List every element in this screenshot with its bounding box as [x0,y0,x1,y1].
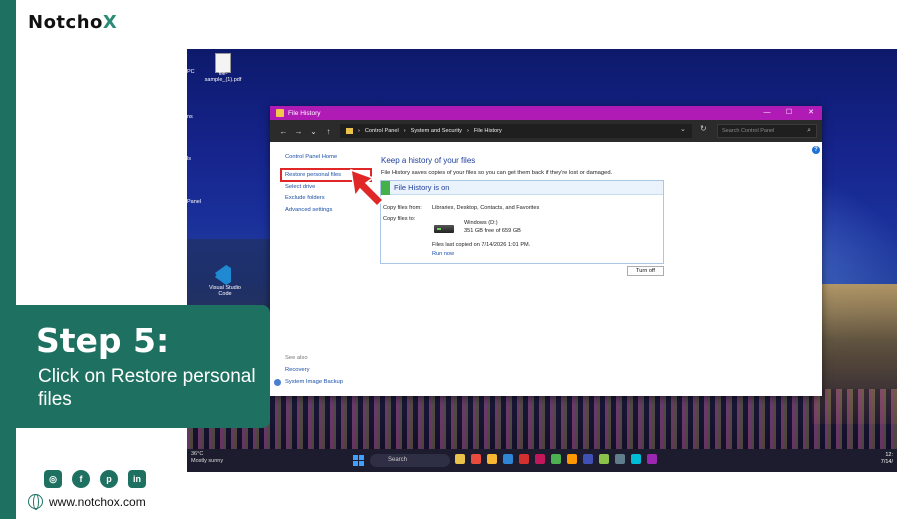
app-icon[interactable] [535,454,545,464]
refresh-icon[interactable]: ↻ [700,124,707,133]
breadcrumb-item[interactable]: System and Security [411,128,462,134]
desktop-icon-label: ns [187,114,193,120]
pdf-file-icon[interactable] [215,53,231,73]
maximize-button[interactable]: ☐ [778,106,800,120]
step-title: Step 5: [36,321,170,360]
breadcrumb-item[interactable]: File History [474,128,502,134]
last-copied: Files last copied on 7/14/2026 1:01 PM. [432,242,531,248]
minimize-button[interactable]: — [756,106,778,120]
navigation-bar: ← → ⌄ ↑ › Control Panel › System and Sec… [270,120,822,142]
help-icon[interactable]: ? [812,146,820,154]
taskbar-search[interactable]: Search [370,454,450,467]
desktop-icon-label: PC [187,69,195,75]
file-history-icon [276,109,284,117]
file-history-window: File History — ☐ ✕ ← → ⌄ ↑ › Control Pan… [270,106,822,396]
sidebar-advanced-settings[interactable]: Advanced settings [285,207,332,213]
app-icon[interactable] [455,454,465,464]
sidebar-system-image-backup[interactable]: System Image Backup [285,379,343,385]
address-dropdown-icon[interactable]: ⌄ [680,125,686,133]
back-arrow-icon[interactable]: ← [276,127,291,136]
app-icon[interactable] [471,454,481,464]
brand-side-bar [0,0,16,519]
instagram-icon[interactable]: ◎ [44,470,62,488]
run-now-link[interactable]: Run now [432,251,454,257]
close-button[interactable]: ✕ [800,106,822,120]
app-icon[interactable] [519,454,529,464]
window-title: File History [288,109,321,117]
app-icon[interactable] [615,454,625,464]
shield-icon [274,379,281,386]
up-arrow-icon[interactable]: ↑ [321,127,336,136]
search-icon: ⌕ [807,127,811,134]
status-text: File History is on [394,183,450,192]
drive-name: Windows (D:) [464,220,498,226]
app-icon[interactable] [631,454,641,464]
copy-from-value: Libraries, Desktop, Contacts, and Favori… [432,205,540,211]
step-card: Step 5: Click on Restore personal files [16,305,270,428]
weather-widget[interactable]: 36°C Mostly sunny [191,451,223,465]
desktop-icon-label: Visual Studio Code [208,285,241,297]
app-icon[interactable] [647,454,657,464]
pinterest-icon[interactable]: p [100,470,118,488]
drive-icon [434,225,454,233]
app-icon[interactable] [551,454,561,464]
sidebar-exclude-folders[interactable]: Exclude folders [285,195,325,201]
clock[interactable]: 12: 7/14/ [881,452,893,466]
taskbar: 36°C Mostly sunny Search 12: 7/14/ [187,449,897,472]
lit-floor [187,389,897,449]
page-description: File History saves copies of your files … [381,170,613,176]
see-also-heading: See also [285,355,308,361]
search-input[interactable]: Search Control Panel ⌕ [717,124,817,138]
app-icon[interactable] [487,454,497,464]
app-icon[interactable] [567,454,577,464]
address-bar[interactable]: › Control Panel › System and Security › … [340,124,692,138]
forward-arrow-icon[interactable]: → [291,127,306,136]
sidebar-control-panel-home[interactable]: Control Panel Home [285,154,337,160]
copy-to-label: Copy files to: [383,216,416,222]
website-url[interactable]: www.notchox.com [49,495,146,509]
page-title: Keep a history of your files [381,156,476,165]
recent-chevron-icon[interactable]: ⌄ [306,127,321,136]
linkedin-icon[interactable]: in [128,470,146,488]
globe-icon [28,494,43,510]
sidebar-recovery[interactable]: Recovery [285,367,309,373]
turn-off-button[interactable]: Turn off [627,266,664,276]
breadcrumb-item[interactable]: Control Panel [365,128,399,134]
start-button[interactable] [353,455,364,466]
taskbar-apps [455,454,657,464]
step-instruction: Click on Restore personal files [38,366,256,410]
pointer-arrow-icon [350,168,385,208]
facebook-icon[interactable]: f [72,470,90,488]
desktop-icon-label: Panel [187,199,202,205]
drive-space: 351 GB free of 659 GB [464,228,521,234]
social-links: ◎ f p in [44,470,146,488]
sidebar-select-drive[interactable]: Select drive [285,184,315,190]
title-bar: File History — ☐ ✕ [270,106,822,120]
control-panel-icon [346,128,353,134]
app-icon[interactable] [503,454,513,464]
website[interactable]: www.notchox.com [28,494,146,510]
desktop-icon-label: ls [187,156,191,162]
app-icon[interactable] [599,454,609,464]
notchox-logo: NotchoX [28,12,118,33]
app-icon[interactable] [583,454,593,464]
status-panel: File History is on Copy files from: Libr… [380,180,664,264]
desktop-icon-label: file-sample_(1).pdf [204,71,242,83]
